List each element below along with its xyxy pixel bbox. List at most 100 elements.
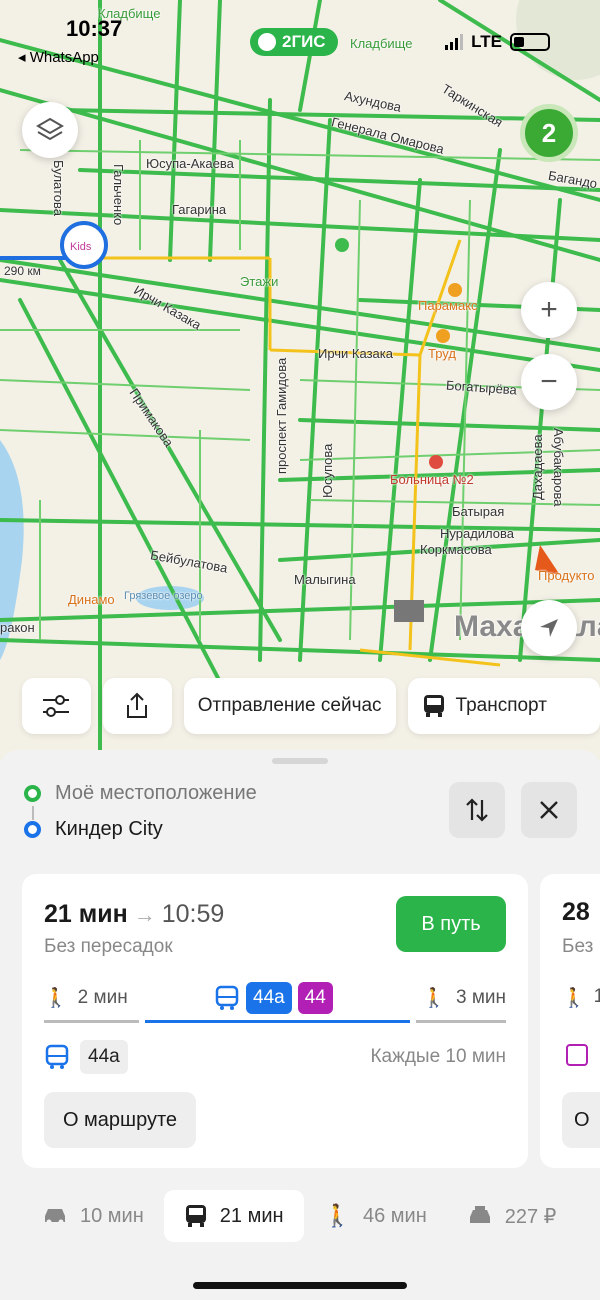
map-label: Динамо — [68, 592, 115, 607]
line-info: 44а — [44, 1040, 128, 1074]
filter-button[interactable] — [22, 678, 91, 734]
map-label: Гальченко — [111, 164, 126, 226]
status-indicators: LTE — [445, 32, 550, 52]
taxi-icon — [469, 1206, 490, 1223]
network-label: LTE — [471, 32, 502, 51]
mode-car[interactable]: 10 мин — [22, 1190, 164, 1242]
map-label: Ирчи Казака — [318, 346, 393, 361]
panel-grabber[interactable] — [272, 758, 328, 764]
arrow-right-icon: → — [133, 901, 156, 927]
departure-time-button[interactable]: Отправление сейчас — [183, 678, 396, 734]
map-label: проспект Гамидова — [274, 357, 289, 474]
map-label: ракон — [0, 620, 35, 635]
bus-lines: 44а 44 — [214, 982, 333, 1014]
logo-icon — [258, 33, 276, 51]
bus-segment — [144, 1020, 410, 1023]
about-route-button[interactable]: О маршруте — [44, 1092, 196, 1148]
walk-icon: 🚶 — [323, 1203, 351, 1228]
transport-filter-button[interactable]: Транспорт — [407, 678, 600, 734]
map-label: Труд — [428, 346, 456, 361]
route-duration: 21 мин — [44, 900, 128, 928]
mode-walk[interactable]: 🚶 46 мин — [304, 1190, 447, 1242]
map[interactable]: Kids Кладбище Кладбище Ахундова Таркинск… — [0, 0, 600, 760]
destination-label: Киндер City — [55, 818, 163, 840]
signal-icon — [445, 34, 464, 50]
map-label: Коркмасова — [420, 542, 492, 557]
map-label: Малыгина — [294, 572, 356, 587]
map-label: Кладбище — [350, 36, 413, 51]
map-label: Больница №2 — [390, 472, 474, 487]
share-button[interactable] — [102, 678, 172, 734]
map-label: Юсупова — [320, 443, 335, 498]
bus-line-tag: 44 — [297, 982, 333, 1014]
swap-icon — [466, 798, 488, 822]
walk-before-time: 2 мин — [77, 987, 128, 1008]
route-panel: Моё местоположение Киндер City 21 мин → … — [0, 750, 600, 1300]
line-tag: 44а — [80, 1040, 128, 1074]
map-label: Этажи — [240, 274, 279, 289]
map-label: Грязевое озеро — [124, 590, 203, 602]
mode-transit[interactable]: 21 мин — [163, 1190, 304, 1242]
close-button[interactable] — [521, 782, 577, 838]
map-roads: Kids — [0, 0, 600, 760]
home-indicator[interactable] — [193, 1282, 407, 1289]
transport-label: Транспорт — [455, 695, 547, 716]
navigation-arrow-icon — [540, 619, 558, 637]
walk-before: 🚶 1 — [562, 986, 600, 1009]
zoom-out-button[interactable]: − — [521, 354, 577, 410]
walk-icon: 🚶 — [562, 988, 586, 1009]
transfers-label: Без пересадок — [44, 936, 173, 957]
origin-label: Моё местоположение — [55, 782, 257, 804]
route-option-card[interactable]: 21 мин → 10:59 Без пересадок В путь 🚶 2 … — [22, 874, 528, 1168]
app-logo: 2ГИС — [250, 28, 338, 56]
origin-dot-icon — [24, 785, 41, 802]
bus-icon — [566, 1044, 588, 1066]
zoom-in-button[interactable]: + — [521, 282, 577, 338]
logo-text: 2ГИС — [282, 32, 326, 51]
bus-icon — [45, 1044, 69, 1069]
transport-mode-tabs: 10 мин 21 мин 🚶 46 мин 227 ₽ — [22, 1190, 600, 1242]
layers-button[interactable] — [22, 102, 78, 158]
destination-row[interactable]: Киндер City — [24, 818, 163, 841]
walk-before: 🚶 2 мин — [44, 986, 128, 1010]
my-location-button[interactable] — [521, 600, 577, 656]
map-label: Булатова — [51, 160, 66, 217]
bus-icon — [215, 985, 239, 1010]
map-label: Парамакс — [418, 298, 478, 313]
walk-segment — [44, 1020, 139, 1023]
status-time: 10:37 — [66, 16, 123, 41]
map-label: Гагарина — [172, 202, 227, 217]
map-label: Батырая — [452, 504, 505, 519]
close-icon — [540, 801, 558, 819]
swap-button[interactable] — [449, 782, 505, 838]
map-label: Юсупа-Акаева — [146, 156, 234, 171]
walk-icon: 🚶 — [44, 988, 68, 1009]
distance-label: 290 км — [4, 264, 41, 278]
car-icon — [45, 1209, 65, 1225]
traffic-score-badge[interactable]: 2 — [520, 104, 578, 162]
map-label: Нурадилова — [440, 526, 515, 541]
map-label: Продукто — [538, 568, 595, 583]
walk-segment — [416, 1020, 506, 1023]
route-duration: 28 — [562, 898, 590, 926]
route-option-card-2[interactable]: 28 Без 🚶 1 О — [540, 874, 600, 1168]
share-icon — [127, 692, 148, 718]
map-label: Абубакарова — [551, 428, 566, 507]
route-options-bar: Отправление сейчас Транспорт — [22, 678, 600, 734]
walk-after-time: 3 мин — [455, 987, 506, 1008]
arrival-time: 10:59 — [161, 900, 225, 928]
transfers-label: Без — [562, 936, 594, 957]
battery-icon — [510, 33, 550, 51]
mode-taxi[interactable]: 227 ₽ — [447, 1190, 577, 1242]
route-progress — [44, 1020, 506, 1023]
bus-line-tag: 44а — [246, 982, 292, 1014]
destination-dot-icon — [24, 821, 41, 838]
origin-row[interactable]: Моё местоположение — [24, 782, 257, 805]
svg-text:Kids: Kids — [70, 241, 92, 253]
about-route-button[interactable]: О — [562, 1092, 600, 1148]
sliders-icon — [43, 695, 70, 717]
route-time: 21 мин → 10:59 — [44, 900, 224, 929]
go-button[interactable]: В путь — [396, 896, 506, 952]
back-to-app[interactable]: ◂ WhatsApp — [18, 48, 99, 66]
map-label: Дахадаева — [530, 434, 545, 500]
